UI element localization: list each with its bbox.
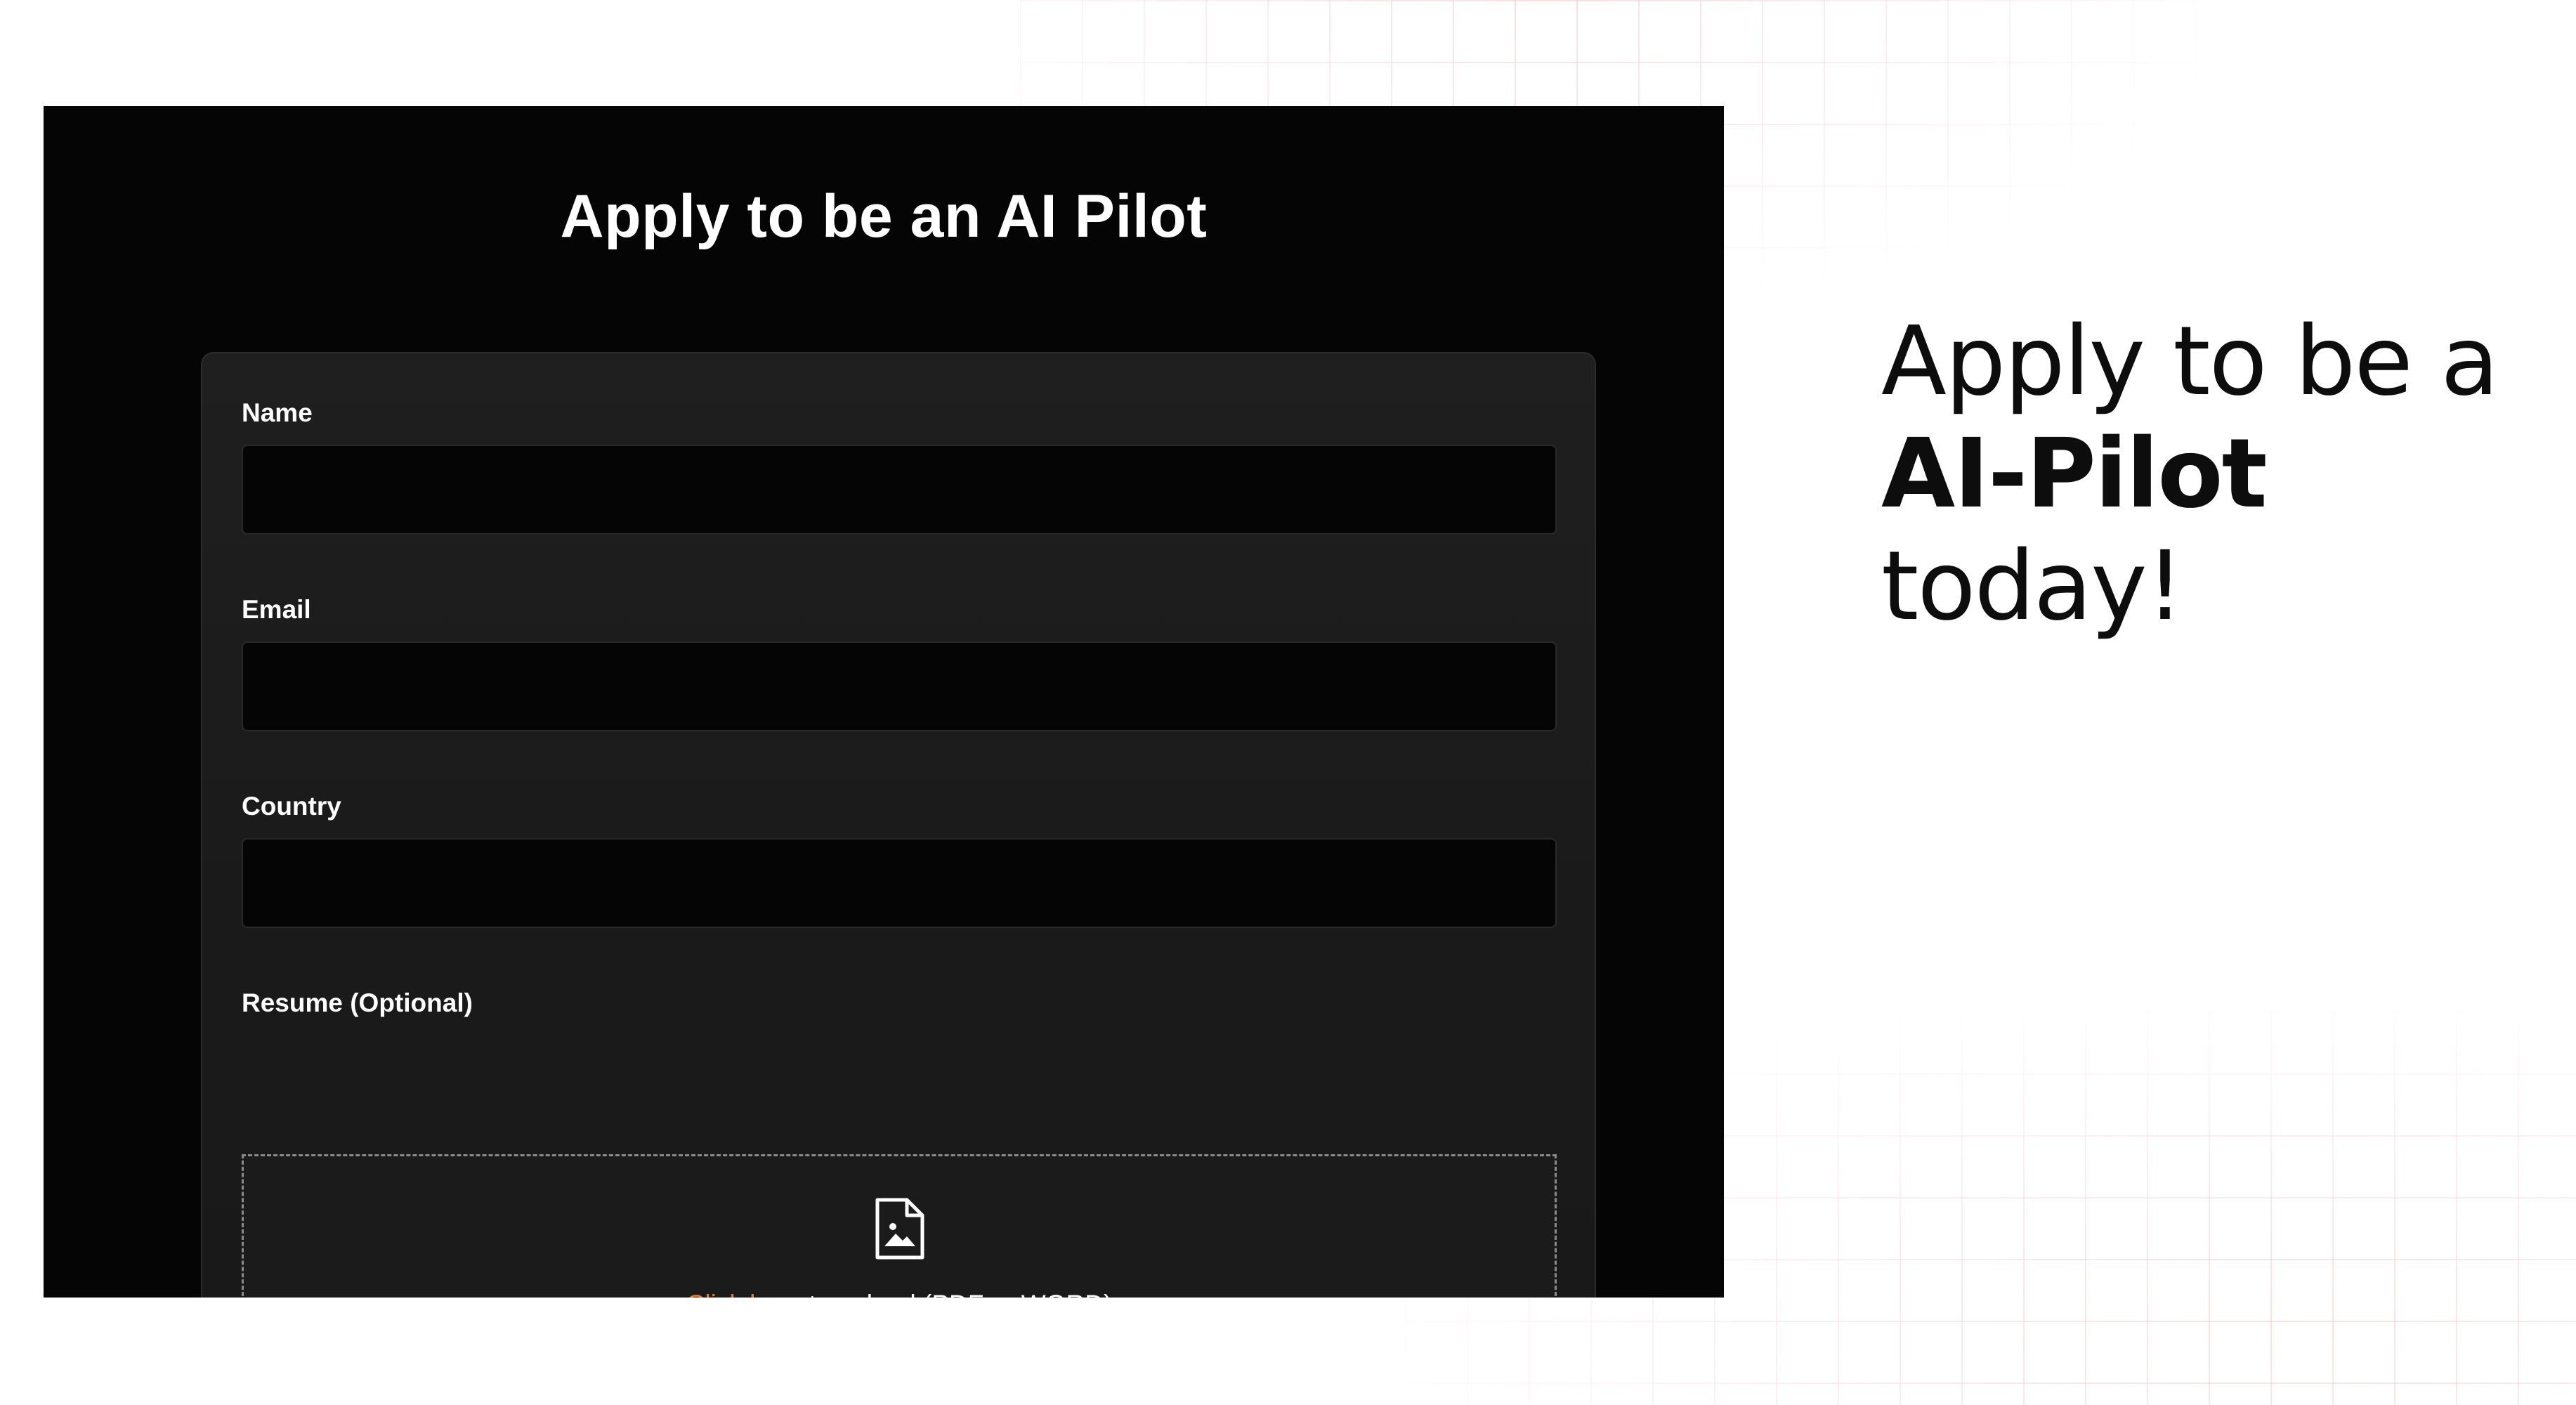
form-card: Name Email Country Resume (Optional) Cli…	[201, 352, 1596, 1298]
file-image-icon	[875, 1198, 924, 1260]
form-title: Apply to be an AI Pilot	[560, 183, 1208, 250]
name-input[interactable]	[242, 445, 1557, 535]
hero-heading: Apply to be a AI-Pilot today!	[1881, 306, 2499, 643]
country-label: Country	[242, 792, 341, 821]
resume-label: Resume (Optional)	[242, 988, 473, 1017]
hero-line-3: today!	[1881, 531, 2184, 642]
upload-instructions: Click here to upload (PDF or WORD)	[244, 1290, 1555, 1298]
application-form-screenshot: Apply to be an AI Pilot Name Email Count…	[44, 106, 1724, 1298]
resume-upload-dropzone[interactable]: Click here to upload (PDF or WORD)	[242, 1154, 1557, 1298]
upload-format-text: to upload (PDF or WORD)	[802, 1290, 1112, 1298]
hero-line-1: Apply to be a	[1881, 306, 2499, 417]
email-label: Email	[242, 595, 311, 624]
upload-link[interactable]: Click here	[686, 1290, 802, 1298]
hero-line-2: AI-Pilot	[1881, 419, 2268, 530]
country-input[interactable]	[242, 838, 1557, 928]
name-label: Name	[242, 398, 313, 427]
email-input[interactable]	[242, 641, 1557, 731]
